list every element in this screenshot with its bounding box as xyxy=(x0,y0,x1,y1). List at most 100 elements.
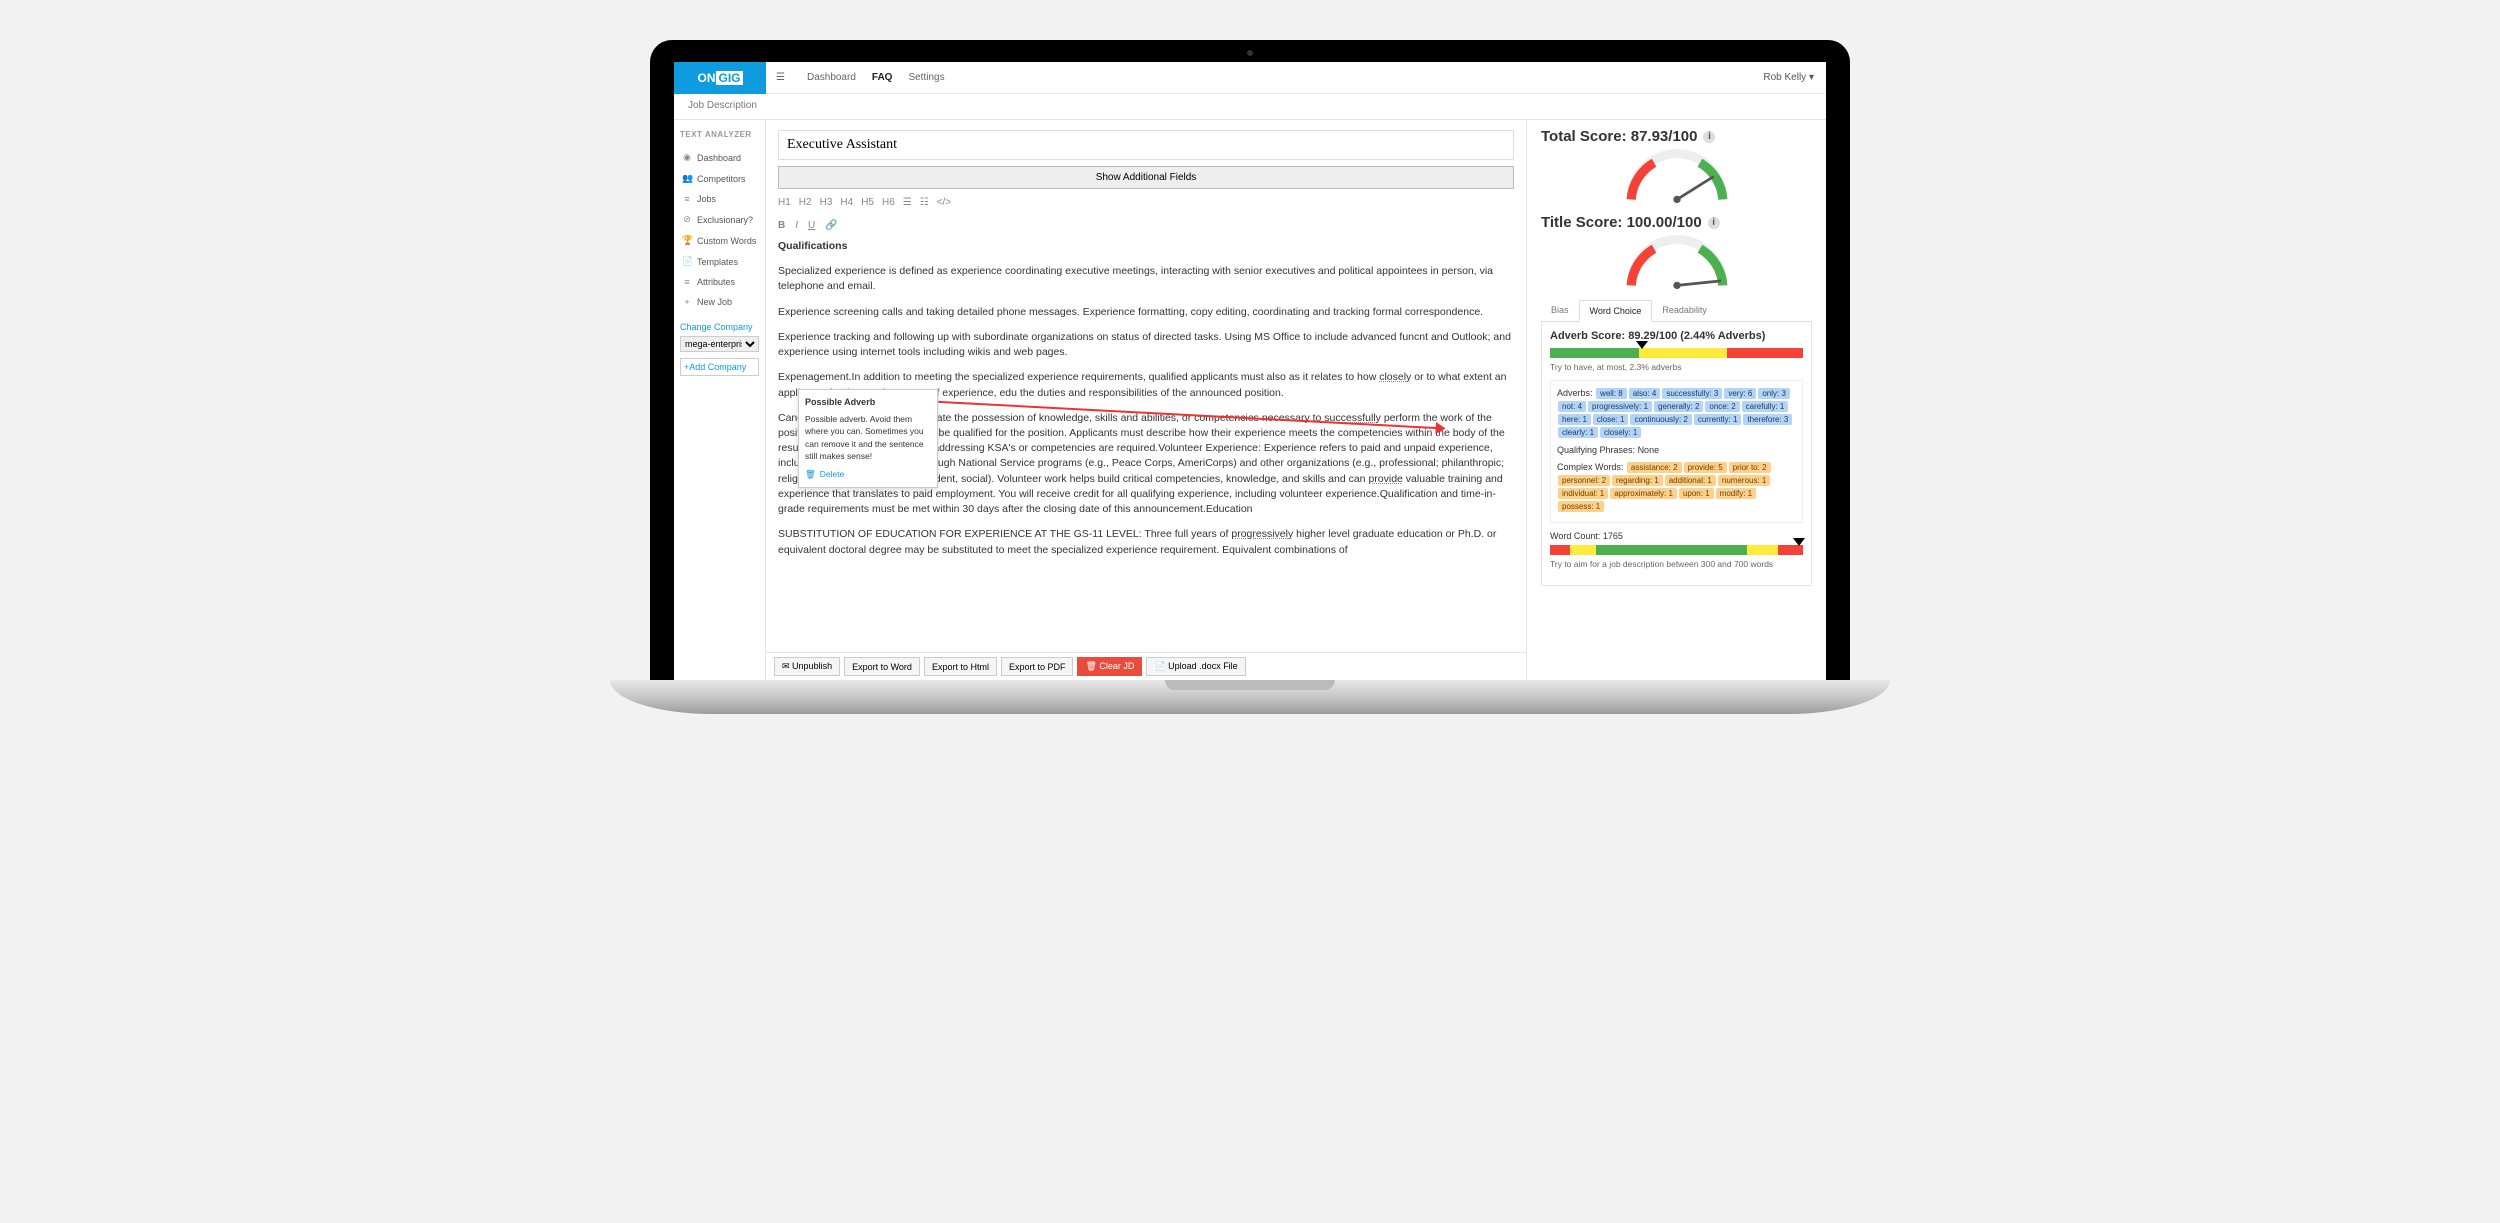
adverb-chip[interactable]: clearly: 1 xyxy=(1558,427,1598,438)
complex-word-chip[interactable]: additional: 1 xyxy=(1665,475,1716,486)
link-icon[interactable]: 🔗 xyxy=(825,220,837,231)
total-score-label: Total Score: 87.93/100 i xyxy=(1541,128,1812,145)
complex-word-chip[interactable]: possess: 1 xyxy=(1558,501,1604,512)
breadcrumb: Job Description xyxy=(674,94,1826,120)
job-title-input[interactable] xyxy=(778,130,1514,160)
adverb-chip[interactable]: carefully: 1 xyxy=(1742,401,1789,412)
sidebar-item-dashboard[interactable]: ◉Dashboard xyxy=(680,147,759,168)
flagged-word-closely[interactable]: closely xyxy=(1379,371,1411,383)
nav-dashboard[interactable]: Dashboard xyxy=(807,72,856,83)
adverb-chip[interactable]: therefore: 3 xyxy=(1743,414,1792,425)
adverb-chips-box: Adverbs: well: 8also: 4successfully: 3ve… xyxy=(1550,380,1803,523)
underline-icon[interactable]: U xyxy=(808,220,815,231)
sidebar-item-attributes[interactable]: ≡Attributes xyxy=(680,272,759,292)
complex-word-chip[interactable]: assistance: 2 xyxy=(1627,462,1682,473)
adverb-chip[interactable]: only: 3 xyxy=(1758,388,1790,399)
section-heading: Qualifications xyxy=(778,240,847,252)
adverb-chip[interactable]: well: 8 xyxy=(1596,388,1627,399)
h6-button[interactable]: H6 xyxy=(882,197,895,208)
flagged-word-provide[interactable]: provide xyxy=(1368,473,1402,485)
unpublish-button[interactable]: ✉ Unpublish xyxy=(774,657,840,676)
ban-icon: ⊘ xyxy=(682,214,692,225)
logo[interactable]: ONGIG xyxy=(674,62,766,94)
sidebar-item-exclusionary[interactable]: ⊘Exclusionary? xyxy=(680,209,759,230)
gauge-icon: ◉ xyxy=(682,152,692,163)
flagged-word-progressively[interactable]: progressively xyxy=(1231,528,1293,540)
adverb-chip[interactable]: very: 6 xyxy=(1724,388,1756,399)
change-company-link[interactable]: Change Company xyxy=(680,322,759,332)
tab-bias[interactable]: Bias xyxy=(1541,300,1579,321)
info-icon[interactable]: i xyxy=(1703,131,1715,143)
tab-word-choice[interactable]: Word Choice xyxy=(1579,300,1653,322)
adverb-chip[interactable]: continuously: 2 xyxy=(1630,414,1691,425)
adverb-chip[interactable]: generally: 2 xyxy=(1654,401,1703,412)
nav-faq[interactable]: FAQ xyxy=(872,72,893,83)
export-pdf-button[interactable]: Export to PDF xyxy=(1001,657,1074,676)
italic-icon[interactable]: I xyxy=(795,220,798,231)
sidebar-item-custom-words[interactable]: 🏆Custom Words xyxy=(680,230,759,251)
complex-word-chip[interactable]: prior to: 2 xyxy=(1729,462,1771,473)
bullet-list-icon[interactable]: ☰ xyxy=(903,197,912,208)
show-additional-fields-button[interactable]: Show Additional Fields xyxy=(778,166,1514,189)
export-word-button[interactable]: Export to Word xyxy=(844,657,920,676)
complex-word-chip[interactable]: modify: 1 xyxy=(1716,488,1756,499)
adverb-chip[interactable]: also: 4 xyxy=(1629,388,1661,399)
h4-button[interactable]: H4 xyxy=(840,197,853,208)
adverb-score-bar xyxy=(1550,348,1803,358)
sidebar-item-jobs[interactable]: ≡Jobs xyxy=(680,189,759,209)
complex-word-chip[interactable]: approximately: 1 xyxy=(1610,488,1677,499)
word-count-label: Word Count: 1765 xyxy=(1550,531,1803,541)
adverb-chip[interactable]: successfully: 3 xyxy=(1662,388,1722,399)
export-bar: ✉ Unpublish Export to Word Export to Htm… xyxy=(766,652,1526,680)
bold-icon[interactable]: B xyxy=(778,220,785,231)
h1-button[interactable]: H1 xyxy=(778,197,791,208)
clear-jd-button[interactable]: 🗑 Clear JD xyxy=(1077,657,1142,676)
popup-body: Possible adverb. Avoid them where you ca… xyxy=(805,413,931,462)
trophy-icon: 🏆 xyxy=(682,235,692,246)
sidebar-item-new-job[interactable]: +New Job xyxy=(680,292,759,312)
analysis-tabs: Bias Word Choice Readability xyxy=(1541,300,1812,322)
adverb-chip[interactable]: here: 1 xyxy=(1558,414,1591,425)
complex-word-chip[interactable]: provide: 5 xyxy=(1684,462,1727,473)
adverb-chip[interactable]: close: 1 xyxy=(1593,414,1629,425)
camera-dot xyxy=(1247,50,1253,56)
topbar: ONGIG ☰ Dashboard FAQ Settings Rob Kelly… xyxy=(674,62,1826,94)
sidebar-section-title: TEXT ANALYZER xyxy=(680,130,759,139)
info-icon[interactable]: i xyxy=(1708,217,1720,229)
upload-docx-button[interactable]: 📄 Upload .docx File xyxy=(1146,657,1245,676)
adverb-popup: Possible Adverb Possible adverb. Avoid t… xyxy=(798,389,938,488)
nav-settings[interactable]: Settings xyxy=(908,72,944,83)
word-choice-panel: Adverb Score: 89.29/100 (2.44% Adverbs) … xyxy=(1541,322,1812,586)
list-icon: ≡ xyxy=(682,277,692,287)
adverb-chip[interactable]: once: 2 xyxy=(1705,401,1739,412)
h5-button[interactable]: H5 xyxy=(861,197,874,208)
sidebar-item-competitors[interactable]: 👥Competitors xyxy=(680,168,759,189)
top-nav: Dashboard FAQ Settings xyxy=(795,72,945,83)
h2-button[interactable]: H2 xyxy=(799,197,812,208)
popup-delete-button[interactable]: 🗑 Delete xyxy=(805,468,931,480)
total-score-gauge xyxy=(1617,149,1737,204)
adverb-chip[interactable]: currently: 1 xyxy=(1694,414,1742,425)
menu-toggle-icon[interactable]: ☰ xyxy=(766,72,795,83)
complex-word-chip[interactable]: regarding: 1 xyxy=(1612,475,1663,486)
tab-readability[interactable]: Readability xyxy=(1652,300,1717,321)
complex-word-chip[interactable]: individual: 1 xyxy=(1558,488,1608,499)
editor-content[interactable]: Qualifications Specialized experience is… xyxy=(778,239,1514,619)
complex-word-chip[interactable]: numerous: 1 xyxy=(1718,475,1770,486)
export-html-button[interactable]: Export to Html xyxy=(924,657,997,676)
company-select[interactable]: mega-enterprises xyxy=(680,336,759,352)
trash-icon: 🗑 xyxy=(805,468,816,480)
adverb-chip[interactable]: closely: 1 xyxy=(1600,427,1641,438)
complex-word-chip[interactable]: personnel: 2 xyxy=(1558,475,1610,486)
complex-word-chip[interactable]: upon: 1 xyxy=(1679,488,1714,499)
sidebar-item-templates[interactable]: 📄Templates xyxy=(680,251,759,272)
adverb-chip[interactable]: progressively: 1 xyxy=(1588,401,1652,412)
h3-button[interactable]: H3 xyxy=(820,197,833,208)
user-menu[interactable]: Rob Kelly ▾ xyxy=(1763,72,1826,83)
word-count-bar xyxy=(1550,545,1803,555)
code-icon[interactable]: </> xyxy=(937,197,951,208)
add-company-button[interactable]: +Add Company xyxy=(680,358,759,376)
numbered-list-icon[interactable]: ☷ xyxy=(920,197,929,208)
adverb-chip[interactable]: not: 4 xyxy=(1558,401,1586,412)
title-score-gauge xyxy=(1617,235,1737,290)
